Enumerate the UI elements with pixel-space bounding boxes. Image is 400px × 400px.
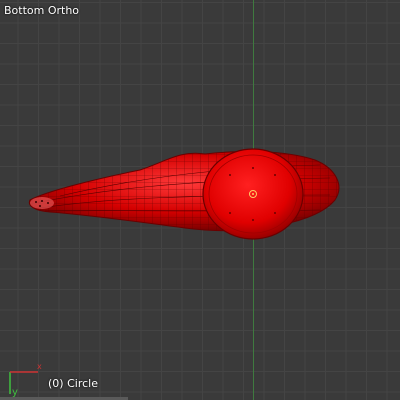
mesh-object-icon[interactable]	[0, 0, 400, 400]
active-object-label: (0) Circle	[48, 377, 98, 390]
3d-viewport[interactable]: Bottom Ortho y x (0) Circle	[0, 0, 400, 400]
view-label: Bottom Ortho	[4, 4, 80, 17]
axis-x-label: x	[37, 362, 42, 371]
